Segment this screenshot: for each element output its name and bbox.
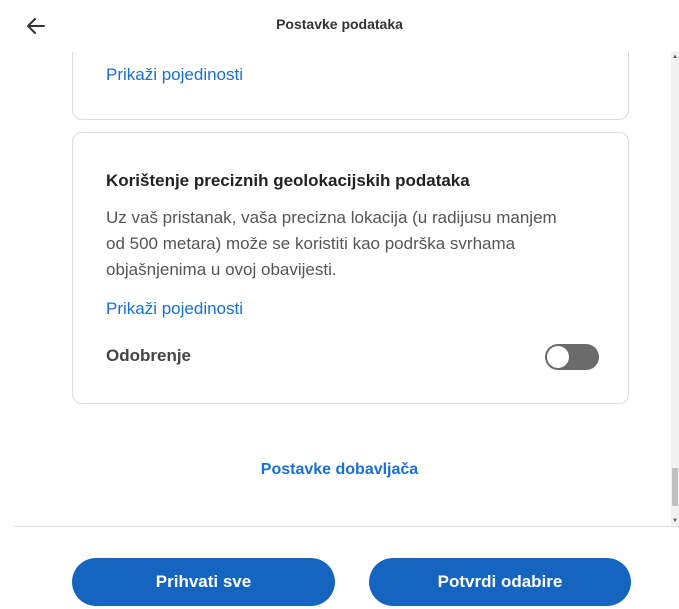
scrollbar[interactable]: ▲ ▼ (671, 52, 679, 526)
card-title: Korištenje preciznih geolokacijskih poda… (106, 171, 470, 190)
purpose-card-previous: Prikaži pojedinosti (72, 52, 629, 120)
scroll-down-icon[interactable]: ▼ (672, 518, 678, 524)
footer-divider (14, 526, 679, 527)
scrollbar-thumb[interactable] (672, 468, 678, 506)
consent-toggle[interactable] (545, 344, 599, 370)
show-details-link[interactable]: Prikaži pojedinosti (106, 299, 243, 319)
show-details-link[interactable]: Prikaži pojedinosti (106, 65, 243, 85)
consent-label: Odobrenje (106, 346, 192, 365)
toggle-knob (547, 346, 569, 368)
scroll-up-icon[interactable]: ▲ (672, 54, 678, 60)
settings-scroll-area[interactable]: Prikaži pojedinosti Korištenje preciznih… (0, 52, 679, 526)
header-bar: Postavke podataka (0, 0, 679, 52)
vendor-settings-link[interactable]: Postavke dobavljača (0, 461, 679, 479)
purpose-card-geolocation: Korištenje preciznih geolokacijskih poda… (72, 132, 629, 404)
confirm-choices-button[interactable]: Potvrdi odabire (369, 558, 631, 606)
accept-all-button[interactable]: Prihvati sve (72, 558, 335, 606)
page-title: Postavke podataka (276, 16, 403, 32)
card-description: Uz vaš pristanak, vaša precizna lokacija… (106, 208, 557, 279)
